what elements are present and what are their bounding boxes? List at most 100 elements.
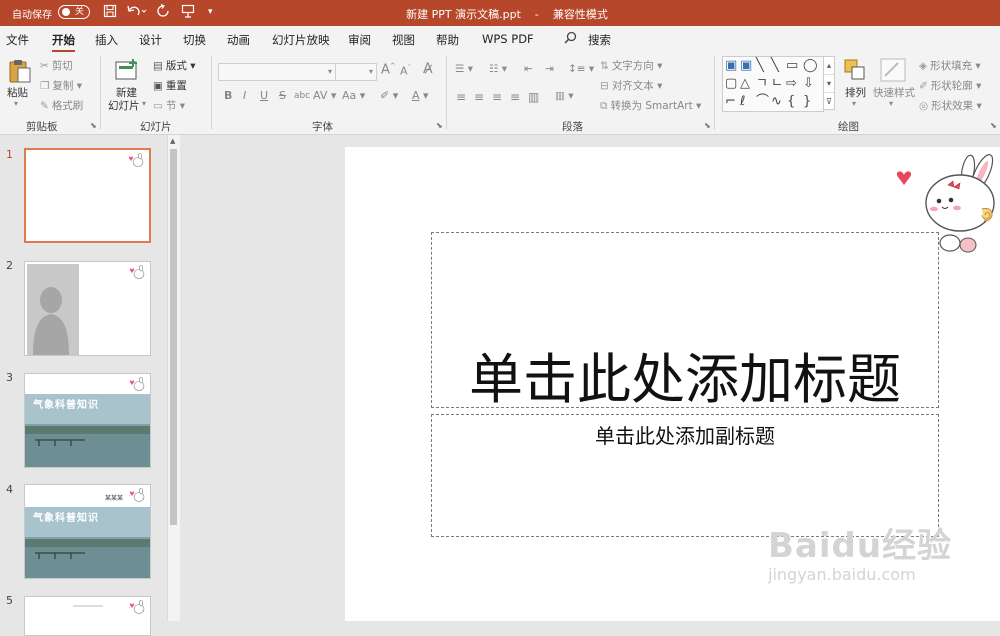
clipboard-dialog-launcher-icon[interactable]: ⬊ [90,121,97,130]
grow-font-button[interactable]: A^ [381,62,396,77]
shapes-gallery[interactable]: ▣ ▣ ╲ ╲ ▭ ◯ ▢ △ ㄱ ㄴ ⇨ ⇩ ⌐ ℓ ⌒ ∿ { } [722,56,824,112]
distributed-icon[interactable]: ▥ [528,90,539,104]
shape-outline-button[interactable]: ✐ 形状轮廓 ▾ [919,78,981,93]
rounded-rectangle-shape-icon[interactable]: ▢ [725,77,737,90]
slide-thumbnail-1[interactable] [24,148,151,243]
cut-button[interactable]: ✂ 剪切 [40,58,73,73]
oval-shape-icon[interactable]: ◯ [803,59,818,72]
character-spacing-button[interactable]: AV ▾ [313,89,336,102]
align-center-icon[interactable]: ≡ [474,90,484,104]
shapes-gallery-scroll[interactable]: ▴ ▾ ⊽ [823,56,835,110]
reset-button[interactable]: ▣ 重置 [153,78,187,93]
bold-button[interactable]: B [224,89,232,102]
search-label[interactable]: 搜索 [588,32,611,48]
shape-effects-button[interactable]: ◎ 形状效果 ▾ [919,98,982,113]
paste-icon[interactable] [8,58,32,87]
tab-wps-pdf[interactable]: WPS PDF [482,32,534,46]
triangle-shape-icon[interactable]: △ [740,77,750,90]
scrollbar-thumb[interactable] [170,149,177,525]
layout-button[interactable]: ▤ 版式 ▾ [153,58,196,73]
copy-button[interactable]: ❐ 复制 ▾ [40,78,82,93]
slide-thumbnail-4[interactable]: 某某某 气象科普知识 [24,484,151,579]
scribble-shape-icon[interactable]: ℓ [740,95,745,108]
tab-file[interactable]: 文件 [6,32,29,48]
freeform-shape-icon[interactable]: ⌐ [725,95,736,108]
connector-shape-icon[interactable]: ㄴ [771,77,783,90]
subtitle-placeholder-text[interactable]: 单击此处添加副标题 [432,420,938,449]
numbering-icon[interactable]: ☷ ▾ [489,63,507,75]
quick-styles-button[interactable]: 快速样式 [873,85,915,100]
increase-indent-icon[interactable]: ⇥ [545,63,554,75]
rectangle-shape-icon[interactable]: ▭ [786,59,798,72]
arc-shape-icon[interactable]: ⌒ [756,95,769,108]
tab-slideshow[interactable]: 幻灯片放映 [272,32,330,48]
new-slide-icon[interactable] [114,58,140,85]
font-size-combo[interactable]: ▾ [335,63,377,81]
tab-transitions[interactable]: 切换 [183,32,206,48]
arrange-button[interactable]: 排列 [845,85,866,100]
vertical-text-box-icon[interactable]: ▣ [740,59,752,72]
chevron-down-icon[interactable]: ▾ [824,75,834,93]
slide-thumbnail-3[interactable]: 气象科普知识 [24,373,151,468]
justify-icon[interactable]: ≡ [510,90,520,104]
underline-button[interactable]: U [260,89,268,102]
quick-styles-icon[interactable] [880,58,906,85]
format-painter-button[interactable]: ✎ 格式刷 [40,98,83,113]
arrange-icon[interactable] [843,58,867,85]
gallery-expand-icon[interactable]: ⊽ [824,93,834,110]
new-slide-label-line2[interactable]: 幻灯片 [108,98,140,113]
arrange-dropdown-icon[interactable]: ▾ [852,99,856,108]
tab-insert[interactable]: 插入 [95,32,118,48]
paragraph-dialog-launcher-icon[interactable]: ⬊ [704,121,711,130]
paste-dropdown-icon[interactable]: ▾ [14,99,18,108]
tab-design[interactable]: 设计 [139,32,162,48]
decrease-indent-icon[interactable]: ⇤ [524,63,533,75]
font-name-combo[interactable]: ▾ [218,63,336,81]
slide-thumbnail-5[interactable] [24,596,151,636]
highlight-color-icon[interactable]: ✐ ▾ [380,89,398,102]
curve-shape-icon[interactable]: ∿ [771,95,782,108]
connector-shape-icon[interactable]: ㄱ [756,77,768,90]
line-shape-icon[interactable]: ╲ [771,59,779,72]
thumbnail-scrollbar[interactable]: ▲ [167,135,180,621]
convert-smartart-button[interactable]: ⧉ 转换为 SmartArt ▾ [600,98,701,113]
align-text-button[interactable]: ⊟ 对齐文本 ▾ [600,78,662,93]
text-box-icon[interactable]: ▣ [725,59,737,72]
align-right-icon[interactable]: ≡ [492,90,502,104]
text-direction-button[interactable]: ⇅ 文字方向 ▾ [600,58,662,73]
change-case-button[interactable]: Aa ▾ [342,89,365,102]
title-placeholder[interactable]: 单击此处添加标题 [431,232,939,411]
quick-styles-dropdown-icon[interactable]: ▾ [889,99,893,108]
line-shape-icon[interactable]: ╲ [756,59,764,72]
new-slide-dropdown-icon[interactable]: ▾ [142,99,146,108]
tab-animations[interactable]: 动画 [227,32,250,48]
section-button[interactable]: ▭ 节 ▾ [153,98,185,113]
tab-review[interactable]: 审阅 [348,32,371,48]
left-brace-shape-icon[interactable]: { [787,95,795,108]
align-left-icon[interactable]: ≡ [456,90,466,104]
clear-formatting-icon[interactable]: A̷ [423,61,433,77]
search-icon[interactable] [564,31,577,48]
drawing-dialog-launcher-icon[interactable]: ⬊ [990,121,997,130]
tab-help[interactable]: 帮助 [436,32,459,48]
italic-button[interactable]: I [243,89,246,102]
down-arrow-shape-icon[interactable]: ⇩ [803,77,814,90]
scroll-up-icon[interactable]: ▲ [170,137,175,145]
text-shadow-button[interactable]: abc [294,91,310,101]
strikethrough-button[interactable]: S [279,89,286,102]
right-arrow-shape-icon[interactable]: ⇨ [786,77,797,90]
font-color-icon[interactable]: A ▾ [412,89,429,102]
line-spacing-icon[interactable]: ↕≡ ▾ [568,63,594,75]
paste-button[interactable]: 粘贴 [7,85,28,100]
slide-thumbnail-2[interactable] [24,261,151,356]
font-dialog-launcher-icon[interactable]: ⬊ [436,121,443,130]
title-placeholder-text[interactable]: 单击此处添加标题 [432,335,938,414]
tab-view[interactable]: 视图 [392,32,415,48]
tab-home[interactable]: 开始 [52,32,75,53]
shrink-font-button[interactable]: Aˇ [400,64,411,78]
shape-fill-button[interactable]: ◈ 形状填充 ▾ [919,58,981,73]
bullets-icon[interactable]: ☰ ▾ [455,63,473,75]
chevron-up-icon[interactable]: ▴ [824,57,834,75]
columns-icon[interactable]: ▥ ▾ [555,90,574,102]
right-brace-shape-icon[interactable]: } [803,95,811,108]
